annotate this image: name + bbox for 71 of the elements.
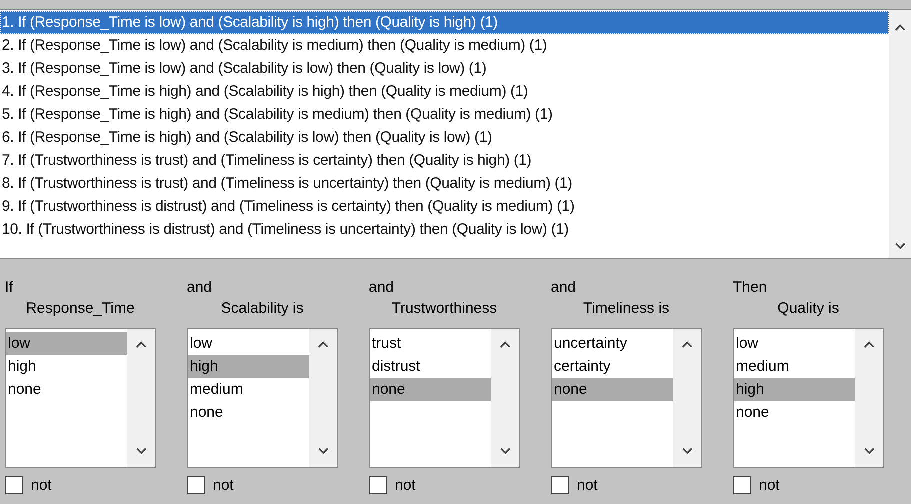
not-checkbox[interactable] — [733, 476, 751, 494]
option-item[interactable]: low — [6, 332, 127, 355]
not-checkbox[interactable] — [551, 476, 569, 494]
rule-list[interactable] — [0, 9, 911, 259]
option-item[interactable]: none — [370, 378, 491, 401]
option-item[interactable]: high — [188, 355, 309, 378]
option-item[interactable]: low — [734, 332, 855, 355]
scroll-down-icon[interactable] — [136, 448, 146, 455]
not-label: not — [213, 476, 234, 494]
option-item[interactable]: none — [188, 401, 309, 424]
not-label: not — [577, 476, 598, 494]
connector-label: and — [369, 278, 394, 298]
not-checkbox[interactable] — [5, 476, 23, 494]
rule-item[interactable]: 7. If (Trustworthiness is trust) and (Timeliness is certainty) then (Quality is high) (1) — [0, 149, 889, 172]
option-item[interactable]: high — [6, 355, 127, 378]
scroll-down-icon[interactable] — [318, 448, 328, 455]
option-item[interactable]: certainty — [552, 355, 673, 378]
option-item[interactable]: low — [188, 332, 309, 355]
scrollbar[interactable] — [127, 329, 155, 467]
scroll-down-icon[interactable] — [682, 448, 692, 455]
scroll-up-icon[interactable] — [894, 24, 906, 31]
scroll-up-icon[interactable] — [318, 341, 328, 348]
connector-label: Then — [733, 278, 768, 298]
connector-label: If — [5, 278, 14, 298]
rule-item[interactable]: 9. If (Trustworthiness is distrust) and (Timeliness is certainty) then (Quality is medium) (1) — [0, 195, 889, 218]
not-label: not — [31, 476, 52, 494]
not-checkbox[interactable] — [187, 476, 205, 494]
variable-label: Timeliness is — [583, 299, 670, 319]
option-list[interactable]: trust distrust none — [369, 328, 520, 468]
variable-label: Scalability is — [221, 299, 304, 319]
rule-item[interactable]: 6. If (Response_Time is high) and (Scalability is low) then (Quality is low) (1) — [0, 126, 889, 149]
option-item[interactable]: uncertainty — [552, 332, 673, 355]
scroll-up-icon[interactable] — [136, 341, 146, 348]
option-item[interactable]: none — [6, 378, 127, 401]
scroll-up-icon[interactable] — [864, 341, 874, 348]
connector-label: and — [187, 278, 212, 298]
variable-label: Quality is — [778, 299, 840, 319]
rule-item[interactable]: 10. If (Trustworthiness is distrust) and (Timeliness is uncertainty) then (Quality is low) (1) — [0, 218, 889, 241]
scroll-up-icon[interactable] — [500, 341, 510, 348]
option-item[interactable]: none — [734, 401, 855, 424]
option-item[interactable]: high — [734, 378, 855, 401]
option-list[interactable]: low high none — [5, 328, 156, 468]
option-list[interactable]: uncertainty certainty none — [551, 328, 702, 468]
option-list[interactable]: low high medium none — [187, 328, 338, 468]
connector-label: and — [551, 278, 576, 298]
rule-item[interactable]: 1. If (Response_Time is low) and (Scalability is high) then (Quality is high) (1) — [0, 11, 889, 34]
scroll-down-icon[interactable] — [864, 448, 874, 455]
not-checkbox[interactable] — [369, 476, 387, 494]
option-item[interactable]: trust — [370, 332, 491, 355]
scrollbar[interactable] — [855, 329, 883, 467]
variable-label: Trustworthiness — [392, 299, 498, 319]
scrollbar[interactable] — [673, 329, 701, 467]
rule-item[interactable]: 2. If (Response_Time is low) and (Scalability is medium) then (Quality is medium) (1) — [0, 34, 889, 57]
scroll-down-icon[interactable] — [894, 243, 906, 250]
scrollbar[interactable] — [889, 10, 911, 258]
not-label: not — [759, 476, 780, 494]
scrollbar[interactable] — [491, 329, 519, 467]
option-item[interactable]: none — [552, 378, 673, 401]
not-label: not — [395, 476, 416, 494]
option-item[interactable]: distrust — [370, 355, 491, 378]
scroll-down-icon[interactable] — [500, 448, 510, 455]
rule-item[interactable]: 4. If (Response_Time is high) and (Scalability is high) then (Quality is medium) (1) — [0, 80, 889, 103]
variable-label: Response_Time — [26, 299, 135, 319]
option-item[interactable]: medium — [188, 378, 309, 401]
rule-item[interactable]: 8. If (Trustworthiness is trust) and (Timeliness is uncertainty) then (Quality is medium) (1) — [0, 172, 889, 195]
scrollbar[interactable] — [309, 329, 337, 467]
scroll-up-icon[interactable] — [682, 341, 692, 348]
option-list[interactable]: low medium high none — [733, 328, 884, 468]
option-item[interactable]: medium — [734, 355, 855, 378]
rule-item[interactable]: 5. If (Response_Time is high) and (Scalability is medium) then (Quality is medium) (1) — [0, 103, 889, 126]
rule-item[interactable]: 3. If (Response_Time is low) and (Scalability is low) then (Quality is low) (1) — [0, 57, 889, 80]
